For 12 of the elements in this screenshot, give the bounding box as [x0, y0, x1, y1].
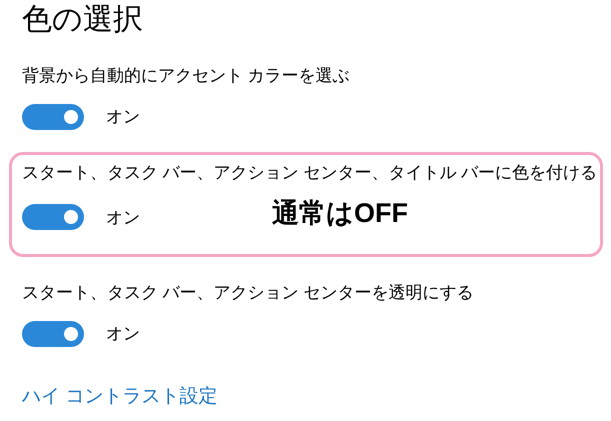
toggle-switch[interactable]	[22, 204, 84, 230]
section-title: 色の選択	[22, 2, 144, 38]
toggle-switch[interactable]	[22, 320, 84, 346]
toggle-switch[interactable]	[22, 104, 84, 130]
toggle-state-text: オン	[106, 106, 140, 128]
high-contrast-link[interactable]: ハイ コントラスト設定	[22, 382, 218, 411]
setting-label: 背景から自動的にアクセント カラーを選ぶ	[22, 65, 351, 87]
setting-label: スタート、タスク バー、アクション センターを透明にする	[22, 282, 474, 304]
setting-label: スタート、タスク バー、アクション センター、タイトル バーに色を付ける	[22, 162, 598, 184]
toggle-state-text: オン	[106, 322, 140, 345]
annotation-note: 通常はOFF	[272, 197, 408, 230]
toggle-state-text: オン	[106, 206, 140, 228]
